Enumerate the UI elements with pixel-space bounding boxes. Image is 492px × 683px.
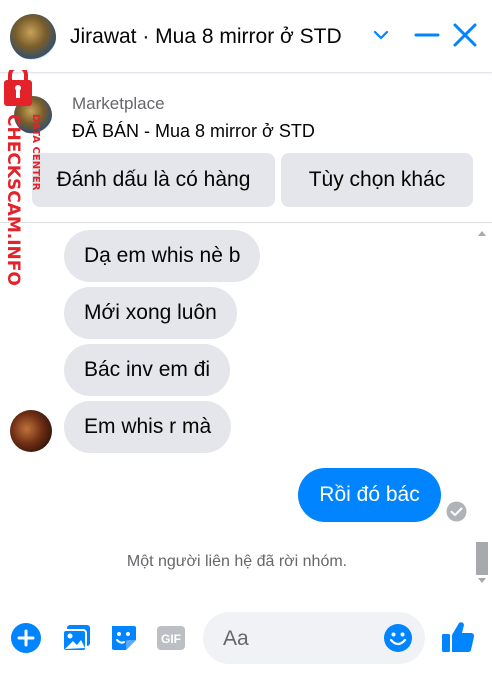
message-outgoing[interactable]: Rồi đó bác [298, 468, 441, 522]
message-incoming[interactable]: Em whis r mà [64, 401, 232, 453]
sticker-icon[interactable] [108, 622, 140, 654]
scrollbar-thumb[interactable] [476, 542, 488, 575]
system-notice: Một người liên hệ đã rời nhóm. [126, 553, 348, 570]
contact-avatar[interactable] [10, 14, 56, 60]
chevron-down-icon[interactable] [372, 26, 390, 44]
checkscam-watermark: CHECKSCAM.INFO DATA CENTER [3, 70, 41, 286]
gif-icon[interactable]: GIF [155, 622, 187, 654]
image-icon[interactable] [61, 622, 93, 654]
message-incoming[interactable]: Mới xong luôn [64, 287, 237, 339]
svg-text:GIF: GIF [161, 632, 181, 646]
mark-available-button[interactable]: Đánh dấu là có hàng [32, 153, 275, 207]
scroll-up-arrow-icon[interactable] [477, 229, 487, 237]
chat-title[interactable]: Jirawat · Mua 8 mirror ở STD [70, 25, 342, 49]
scroll-down-arrow-icon[interactable] [477, 577, 487, 585]
sender-avatar[interactable] [10, 410, 52, 452]
message-composer[interactable] [203, 612, 425, 666]
message-input[interactable] [221, 612, 375, 666]
marketplace-label: Marketplace [72, 94, 165, 113]
more-options-button[interactable]: Tùy chọn khác [281, 153, 473, 207]
close-icon[interactable] [452, 22, 478, 48]
divider [0, 222, 492, 223]
seen-check-icon [446, 501, 467, 522]
message-incoming[interactable]: Bác inv em đi [64, 344, 231, 396]
message-incoming[interactable]: Dạ em whis nè b [64, 230, 261, 282]
chat-header: Jirawat · Mua 8 mirror ở STD [0, 0, 492, 73]
listing-title[interactable]: ĐÃ BÁN - Mua 8 mirror ở STD [72, 121, 315, 142]
add-icon[interactable] [10, 622, 42, 654]
watermark-brand: CHECKSCAM.INFO [3, 114, 23, 286]
minimize-icon[interactable] [414, 22, 440, 48]
like-icon[interactable] [440, 619, 476, 655]
emoji-icon[interactable] [383, 623, 413, 653]
watermark-sub: DATA CENTER [30, 114, 41, 191]
